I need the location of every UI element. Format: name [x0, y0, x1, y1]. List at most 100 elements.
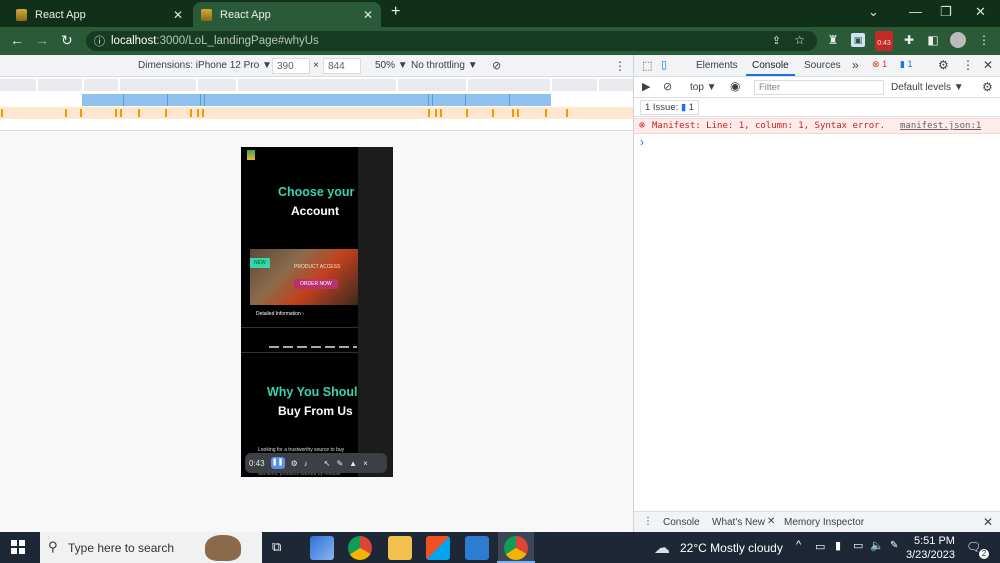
throttling-select[interactable]: No throttling ▼ — [411, 60, 478, 71]
mq-orange-tick — [202, 109, 204, 117]
close-tab-icon[interactable]: ✕ — [173, 8, 183, 22]
browser-tab-2[interactable]: React App ✕ — [193, 2, 381, 27]
screen-recorder-extension-icon[interactable]: 0:43 — [875, 31, 893, 51]
file-explorer-icon[interactable] — [388, 536, 412, 560]
drawer-tab-whats-new[interactable]: What's New — [712, 517, 765, 528]
devtools-close-icon[interactable]: ✕ — [983, 58, 993, 72]
taskbar-search-box[interactable]: ⚲ Type here to search — [40, 532, 262, 563]
console-settings-icon[interactable]: ⚙ — [982, 80, 993, 94]
extensions-puzzle-icon[interactable]: ✚ — [902, 33, 916, 47]
tab-console[interactable]: Console — [746, 60, 795, 76]
product-card-image[interactable]: NEW PRODUCT ACCESS ORDER NOW — [250, 249, 358, 305]
log-levels-select[interactable]: Default levels ▼ — [891, 82, 964, 93]
device-height-input[interactable]: 844 — [323, 58, 361, 74]
tray-usb-icon[interactable]: ▮ — [835, 539, 841, 552]
recorder-close-icon[interactable]: × — [363, 459, 368, 468]
device-dimensions-select[interactable]: Dimensions: iPhone 12 Pro ▼ — [138, 60, 272, 71]
recorder-highlighter-icon[interactable]: ▲ — [349, 459, 357, 468]
clear-console-icon[interactable]: ⊘ — [663, 80, 672, 93]
drawer-tab-memory-inspector[interactable]: Memory Inspector — [784, 517, 864, 528]
console-filter-input[interactable]: Filter — [754, 80, 884, 95]
maximize-button[interactable]: ❐ — [940, 4, 952, 20]
context-select[interactable]: top ▼ — [690, 82, 717, 93]
devtools-menu-icon[interactable]: ⋮ — [962, 58, 974, 72]
device-width-input[interactable]: 390 — [272, 58, 310, 74]
reload-icon[interactable]: ↻ — [61, 32, 73, 49]
log-levels-label: Default levels — [891, 82, 952, 93]
battery-icon[interactable]: ▭ — [853, 539, 863, 552]
tray-device-icon[interactable]: ▭ — [815, 540, 825, 553]
chrome-taskbar-icon[interactable] — [348, 536, 372, 560]
task-view-icon[interactable]: ⧉ — [272, 539, 281, 555]
mq-orange-tick — [440, 109, 442, 117]
site-logo[interactable] — [247, 150, 255, 160]
more-tabs-button[interactable]: » — [852, 58, 859, 72]
clock-date[interactable]: 3/23/2023 — [906, 549, 955, 561]
error-source-link[interactable]: manifest.json:1 — [900, 121, 981, 131]
console-prompt[interactable]: › — [640, 135, 644, 149]
close-tab-icon[interactable]: ✕ — [363, 8, 373, 22]
site-info-icon[interactable]: ⓘ — [94, 33, 105, 49]
mq-orange-tick — [512, 109, 514, 117]
back-icon[interactable]: ← — [10, 32, 24, 48]
close-drawer-icon[interactable]: ✕ — [983, 515, 993, 529]
show-hidden-icons-icon[interactable]: ^ — [796, 539, 801, 551]
weather-text[interactable]: 22°C Mostly cloudy — [680, 541, 783, 555]
taskbar-app-icon[interactable] — [310, 536, 334, 560]
console-sidebar-icon[interactable]: ▶ — [642, 80, 650, 93]
new-tab-button[interactable]: + — [391, 3, 400, 21]
minimize-button[interactable]: — — [909, 4, 922, 19]
microsoft-store-icon[interactable] — [426, 536, 450, 560]
recorder-pause-button[interactable]: ❚❚ — [270, 457, 285, 469]
profile-avatar[interactable] — [950, 32, 966, 48]
tab-elements[interactable]: Elements — [696, 60, 738, 71]
side-panel-icon[interactable]: ◧ — [926, 33, 940, 47]
browser-tab-1[interactable]: React App ✕ — [8, 2, 191, 27]
recorder-settings-icon[interactable]: ⚙ — [291, 459, 298, 468]
recorder-pen-icon[interactable]: ✎ — [336, 459, 343, 468]
order-now-button[interactable]: ORDER NOW — [294, 279, 338, 289]
device-toolbar-menu-icon[interactable]: ⋮ — [614, 59, 626, 73]
issues-count: 1 — [688, 102, 695, 113]
mq-orange-tick — [165, 109, 167, 117]
issue-count-badge[interactable]: ▮ 1 — [900, 59, 912, 70]
error-count-badge[interactable]: ⊗ 1 — [872, 59, 887, 70]
close-drawer-tab-icon[interactable]: ✕ — [767, 516, 775, 527]
bookmark-star-icon[interactable]: ☆ — [794, 33, 805, 47]
zoom-select[interactable]: 50% ▼ — [375, 60, 408, 71]
clock-time[interactable]: 5:51 PM — [914, 535, 955, 547]
live-expression-eye-icon[interactable]: ◉ — [730, 79, 740, 93]
address-bar[interactable]: ⓘ localhost:3000/LoL_landingPage#whyUs ⇪… — [86, 31, 817, 51]
volume-icon[interactable]: 🔈 — [870, 539, 884, 552]
device-toggle-icon[interactable]: ▯ — [661, 58, 667, 71]
search-placeholder: Type here to search — [68, 540, 175, 555]
mq-max-width-bar[interactable] — [82, 94, 551, 106]
carousel-dots[interactable] — [269, 346, 357, 348]
issues-button[interactable]: 1 Issue: ▮ 1 — [640, 100, 700, 115]
notifications-count: 2 — [979, 549, 989, 559]
extension-icon[interactable]: ♜ — [826, 33, 840, 47]
extension-icon[interactable]: ▣ — [851, 33, 865, 47]
rotate-disabled-icon[interactable]: ⊘ — [492, 59, 501, 72]
forward-icon[interactable]: → — [35, 32, 49, 48]
pen-icon[interactable]: ✎ — [890, 540, 898, 551]
chrome-taskbar-icon-active[interactable] — [504, 536, 528, 560]
recorder-mic-icon[interactable]: ♪ — [304, 459, 308, 468]
drawer-tab-console[interactable]: Console — [663, 517, 700, 528]
vscode-icon[interactable] — [465, 536, 489, 560]
detailed-information-link[interactable]: Detailed Information › — [256, 311, 304, 317]
section-divider — [241, 327, 358, 328]
devtools-settings-icon[interactable]: ⚙ — [938, 58, 949, 72]
mq-divider — [118, 79, 120, 91]
inspect-element-icon[interactable]: ⬚ — [642, 59, 652, 72]
emulated-device-screen[interactable]: Choose your Account NEW PRODUCT ACCESS O… — [241, 147, 393, 477]
drawer-menu-icon[interactable]: ⋮ — [643, 516, 653, 527]
weather-cloud-icon[interactable]: ☁ — [654, 538, 670, 558]
share-icon[interactable]: ⇪ — [772, 34, 781, 47]
tab-search-icon[interactable]: ⌄ — [868, 4, 879, 20]
close-window-button[interactable]: ✕ — [975, 4, 986, 20]
recorder-cursor-icon[interactable]: ↖ — [324, 459, 331, 468]
windows-start-icon[interactable] — [11, 540, 25, 554]
tab-sources[interactable]: Sources — [804, 60, 841, 71]
chrome-menu-icon[interactable]: ⋮ — [977, 33, 991, 47]
